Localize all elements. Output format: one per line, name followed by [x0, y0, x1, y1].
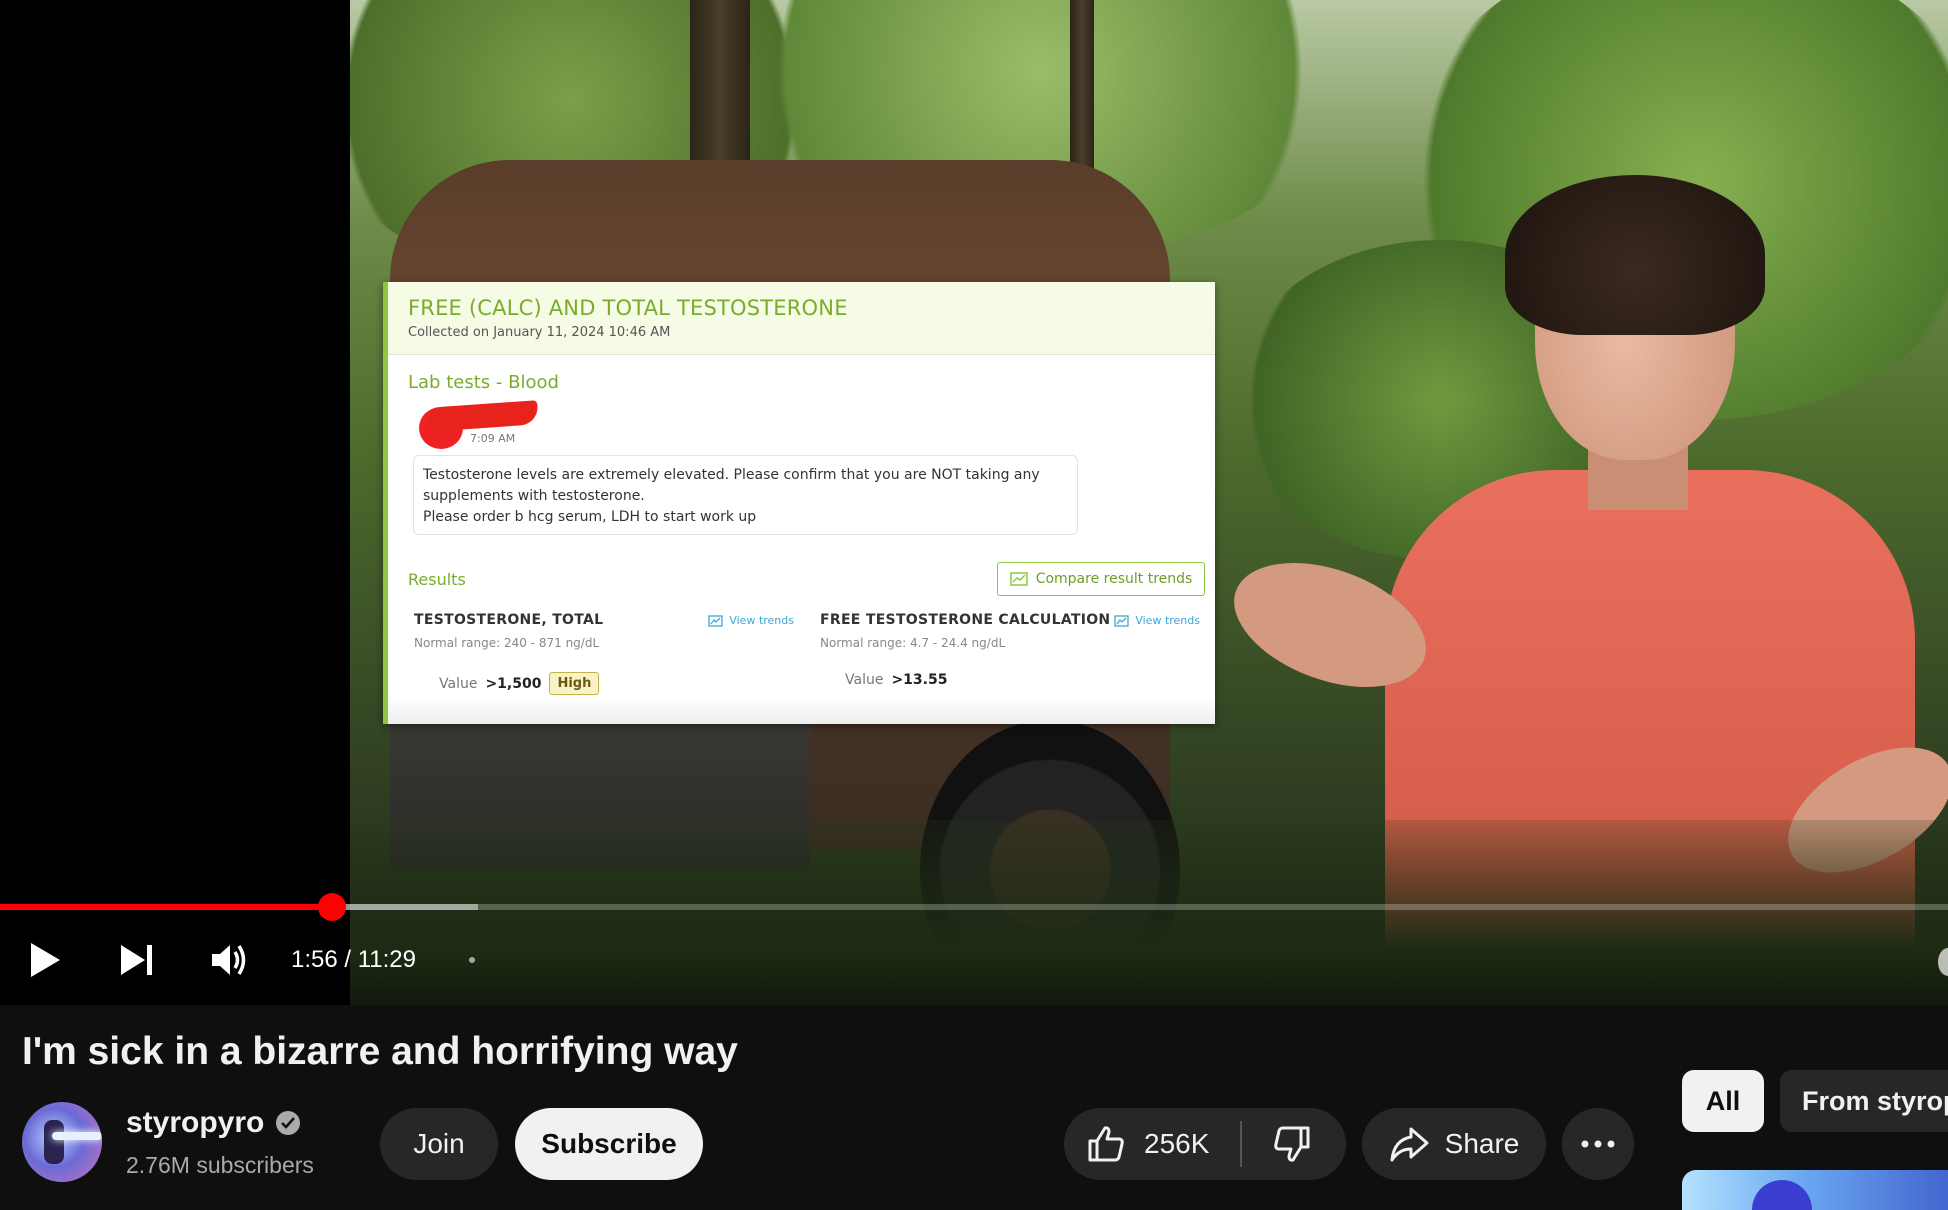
redaction-mark: [427, 400, 539, 432]
time-display: 1:56 / 11:29: [291, 946, 416, 973]
result-value-row: Value >13.55: [845, 672, 1200, 688]
note-time: 7:09 AM: [470, 432, 516, 445]
lab-collected-date: Collected on January 11, 2024 10:46 AM: [408, 325, 671, 340]
join-button[interactable]: Join: [380, 1108, 498, 1180]
recommended-thumbnail[interactable]: [1682, 1170, 1948, 1210]
subscriber-count: 2.76M subscribers: [126, 1152, 314, 1178]
view-trends-link: View trends: [1114, 614, 1200, 627]
thumbs-down-icon: [1274, 1126, 1310, 1162]
video-title: I'm sick in a bizarre and horrifying way: [22, 1030, 738, 1073]
share-button[interactable]: Share: [1362, 1108, 1546, 1180]
channel-avatar[interactable]: [22, 1102, 102, 1182]
autoplay-toggle-edge[interactable]: [1938, 948, 1948, 976]
scrubber-knob[interactable]: [317, 893, 346, 921]
lab-header: FREE (CALC) AND TOTAL TESTOSTERONE Colle…: [388, 282, 1215, 355]
compare-trends-label: Compare result trends: [1035, 571, 1193, 587]
volume-button[interactable]: [206, 930, 256, 990]
like-count: 256K: [1144, 1128, 1210, 1159]
view-trends-label: View trends: [1135, 614, 1200, 627]
value-label: Value: [439, 675, 478, 692]
lab-results-overlay: FREE (CALC) AND TOTAL TESTOSTERONE Colle…: [383, 282, 1215, 724]
chip-from-channel[interactable]: From styropyro: [1780, 1070, 1948, 1132]
channel-name[interactable]: styropyro: [126, 1106, 264, 1140]
view-trends-link: View trends: [708, 614, 794, 627]
verified-check-icon: [276, 1111, 301, 1135]
play-button[interactable]: [20, 930, 70, 990]
share-arrow-icon: [1390, 1127, 1429, 1162]
results-label: Results: [408, 570, 466, 589]
played-bar: [0, 904, 332, 910]
player-controls: 1:56 / 11:29: [0, 930, 1948, 990]
compare-trends-button: Compare result trends: [997, 562, 1205, 596]
more-actions-button[interactable]: [1562, 1108, 1634, 1180]
note-line: supplements with testosterone.: [423, 488, 645, 504]
chapter-separator: [469, 957, 475, 963]
view-trends-label: View trends: [729, 614, 794, 627]
result-testosterone-total: TESTOSTERONE, TOTAL Normal range: 240 - …: [414, 612, 794, 695]
note-line: Please order b hcg serum, LDH to start w…: [423, 509, 757, 525]
lab-section-title: Lab tests - Blood: [408, 372, 559, 393]
result-value-row: Value >1,500 High: [439, 672, 794, 695]
progress-bar[interactable]: [0, 893, 1948, 921]
result-free-testosterone: FREE TESTOSTERONE CALCULATION Normal ran…: [820, 612, 1200, 688]
like-dislike-group: 256K: [1064, 1108, 1346, 1180]
like-button[interactable]: 256K: [1064, 1108, 1240, 1180]
value-label: Value: [845, 672, 884, 688]
trend-chart-icon: [708, 614, 723, 627]
next-icon: [121, 945, 152, 975]
channel-name-row[interactable]: styropyro: [126, 1106, 301, 1140]
chip-all[interactable]: All: [1682, 1070, 1764, 1132]
more-horizontal-icon: [1581, 1140, 1615, 1148]
play-icon: [31, 943, 60, 977]
volume-icon: [212, 945, 246, 975]
next-button[interactable]: [112, 930, 162, 990]
trend-chart-icon: [1114, 614, 1129, 627]
high-flag-badge: High: [549, 672, 600, 695]
video-player[interactable]: FREE (CALC) AND TOTAL TESTOSTERONE Colle…: [0, 0, 1948, 1005]
result-range: Normal range: 240 - 871 ng/dL: [414, 636, 600, 650]
note-line: Testosterone levels are extremely elevat…: [423, 467, 1040, 483]
share-label: Share: [1444, 1128, 1520, 1159]
trend-chart-icon: [1009, 572, 1028, 586]
result-value: >1,500: [485, 675, 542, 692]
dislike-button[interactable]: [1242, 1108, 1342, 1180]
thumbs-up-icon: [1088, 1126, 1124, 1162]
result-value: >13.55: [891, 672, 948, 688]
subscribe-button[interactable]: Subscribe: [515, 1108, 703, 1180]
doctor-note: Testosterone levels are extremely elevat…: [413, 455, 1078, 535]
result-range: Normal range: 4.7 - 24.4 ng/dL: [820, 636, 1006, 650]
lab-title: FREE (CALC) AND TOTAL TESTOSTERONE: [408, 296, 848, 320]
